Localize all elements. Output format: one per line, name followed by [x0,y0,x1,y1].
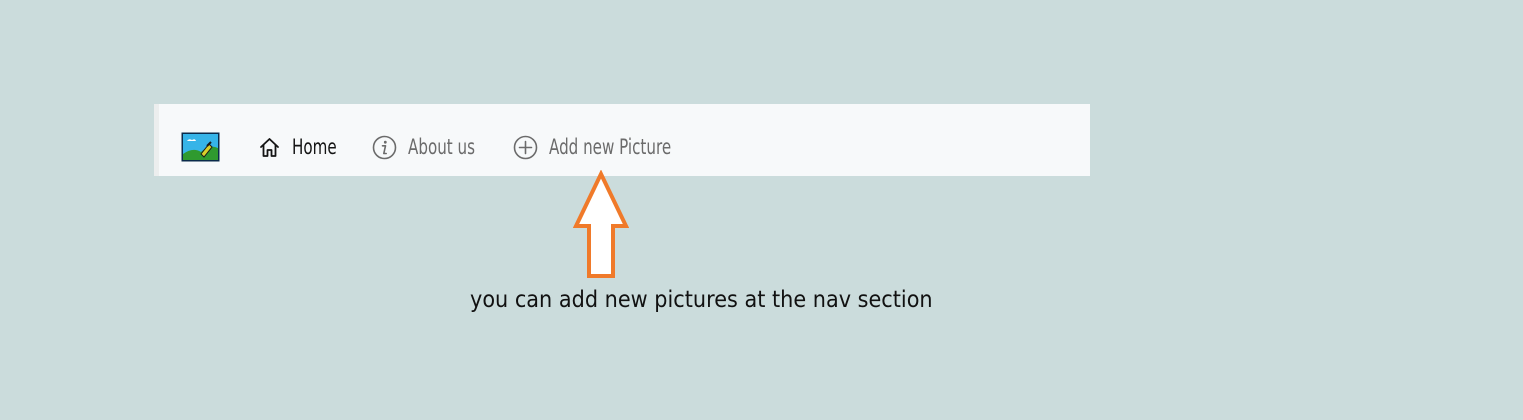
nav-item-add-new-picture-label: Add new Picture [549,135,672,159]
annotation-caption: you can add new pictures at the nav sect… [470,287,933,313]
nav-item-home-label: Home [292,135,337,159]
nav-item-add-new-picture[interactable]: Add new Picture [513,130,719,164]
plus-circle-icon [513,135,538,159]
home-icon [260,137,279,157]
up-arrow-annotation-icon [573,170,629,278]
nav-item-home[interactable]: Home [258,130,354,164]
landscape-picture-icon[interactable] [181,132,220,162]
nav-item-about-us-label: About us [408,135,475,159]
info-circle-icon [372,135,397,159]
nav-item-about-us[interactable]: About us [372,130,501,164]
navbar: Home About us Add new Picture [154,104,1090,176]
